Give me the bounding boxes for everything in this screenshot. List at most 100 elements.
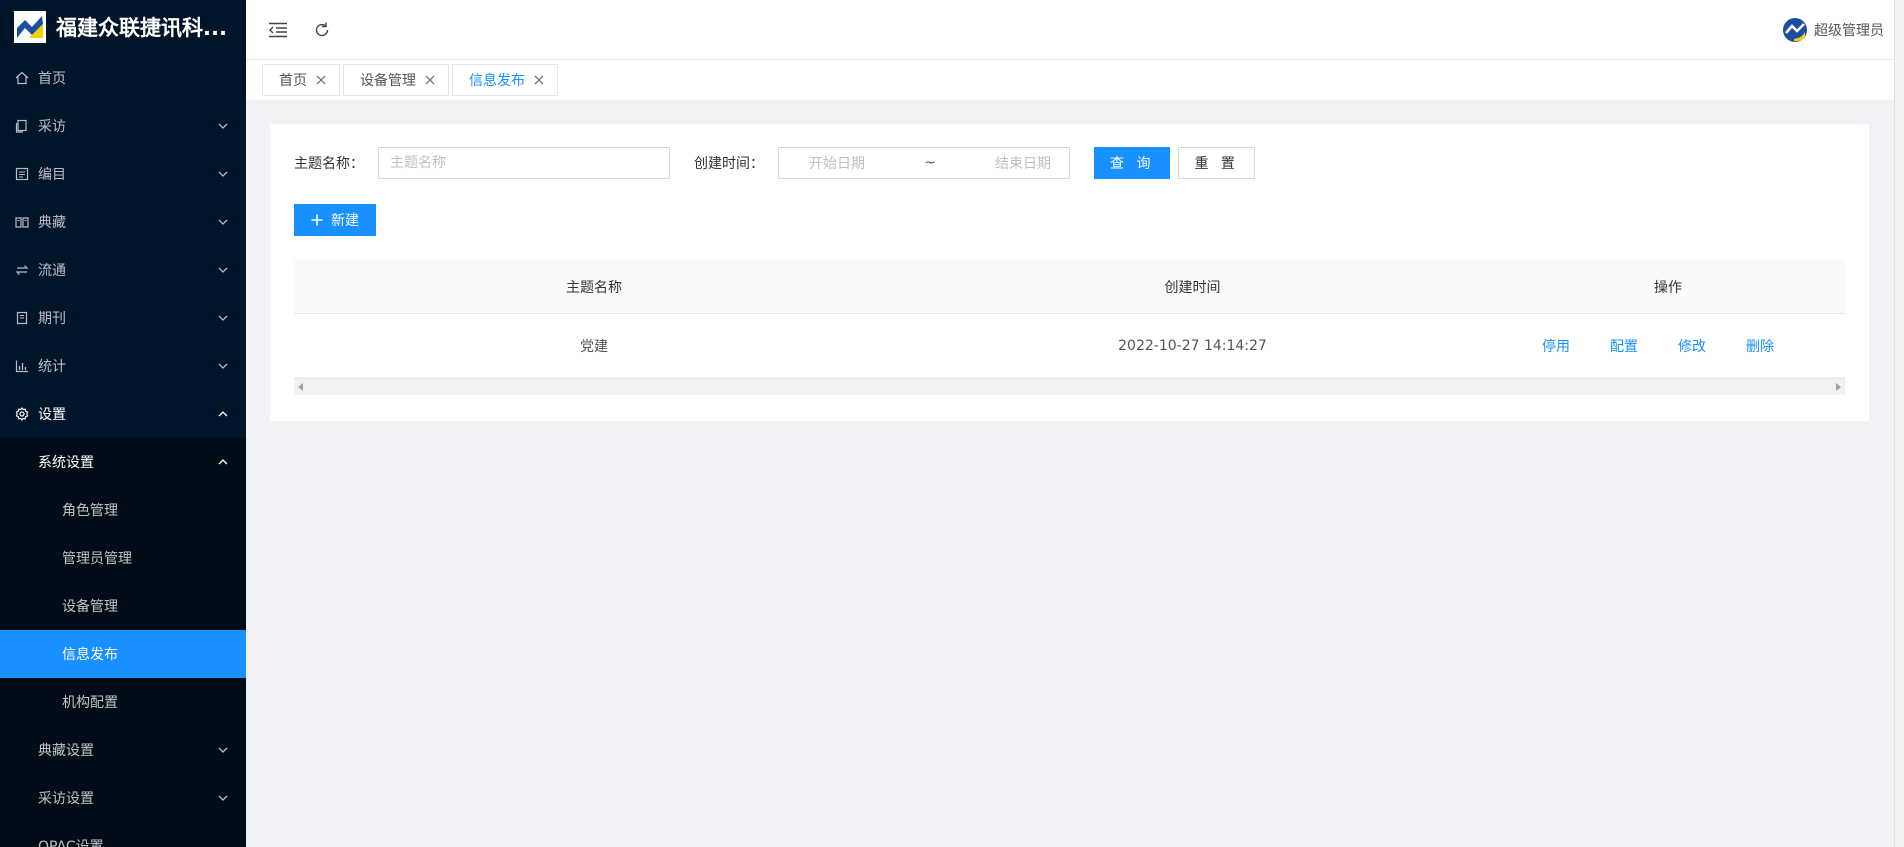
tab-label: 信息发布 [469, 73, 525, 89]
tab-label: 首页 [279, 73, 307, 89]
chevron-down-icon [218, 217, 228, 227]
settings-submenu: 系统设置 角色管理 管理员管理 设备管理 信息发布 机构配置 典藏设置 采访设置… [0, 438, 246, 847]
start-date-input[interactable]: 开始日期 [809, 153, 865, 173]
chevron-up-icon [218, 409, 228, 419]
home-icon [14, 70, 30, 86]
chevron-down-icon [218, 313, 228, 323]
column-header-actions: 操作 [1654, 279, 1682, 296]
logo-icon [14, 11, 46, 43]
refresh-icon[interactable] [310, 18, 334, 42]
logo[interactable]: 福建众联捷讯科... [0, 0, 246, 54]
reset-button[interactable]: 重 置 [1178, 147, 1255, 179]
menu-label: 机构配置 [62, 695, 118, 711]
menu-label: 期刊 [38, 311, 66, 327]
menu-label: 信息发布 [62, 647, 118, 663]
plus-icon [311, 214, 323, 226]
menu-item-collection[interactable]: 典藏 [0, 198, 246, 246]
menu-label: 采访设置 [38, 791, 94, 807]
bar-chart-icon [14, 358, 30, 374]
menu-label: 统计 [38, 359, 66, 375]
table-row: 党建 2022-10-27 14:14:27 停用 配置 修改 删除 [294, 314, 1845, 378]
app-title: 福建众联捷讯科... [56, 16, 227, 40]
menu-item-system-settings[interactable]: 系统设置 [0, 438, 246, 486]
row-actions: 停用 配置 修改 删除 [1491, 336, 1845, 356]
chevron-down-icon [218, 265, 228, 275]
avatar [1782, 17, 1808, 43]
menu-label: 典藏设置 [38, 743, 94, 759]
menu-label: 流通 [38, 263, 66, 279]
system-settings-submenu: 角色管理 管理员管理 设备管理 信息发布 机构配置 [0, 486, 246, 726]
menu-item-statistics[interactable]: 统计 [0, 342, 246, 390]
data-table: 主题名称 创建时间 操作 党建 2022-10-27 14:14:27 停用 配… [294, 260, 1845, 395]
scroll-right-icon[interactable] [1836, 383, 1841, 391]
tab-info-publish[interactable]: 信息发布 [452, 64, 558, 96]
vertical-scrollbar[interactable] [1894, 0, 1904, 847]
date-separator: ~ [924, 155, 936, 171]
menu-label: 系统设置 [38, 455, 94, 471]
close-icon[interactable] [315, 74, 327, 86]
date-range-picker[interactable]: 开始日期 ~ 结束日期 [778, 147, 1070, 179]
close-icon[interactable] [533, 74, 545, 86]
chevron-down-icon [218, 793, 228, 803]
menu-label: 首页 [38, 71, 66, 87]
menu-label: 角色管理 [62, 503, 118, 519]
swap-icon [14, 262, 30, 278]
chevron-down-icon [218, 361, 228, 371]
top-header: 超级管理员 [246, 0, 1904, 60]
chevron-down-icon [218, 745, 228, 755]
horizontal-scrollbar[interactable] [294, 378, 1845, 395]
menu-label: 编目 [38, 167, 66, 183]
menu-item-admin-management[interactable]: 管理员管理 [0, 534, 246, 582]
delete-link[interactable]: 删除 [1746, 336, 1774, 356]
menu-item-device-management[interactable]: 设备管理 [0, 582, 246, 630]
menu-item-info-publish[interactable]: 信息发布 [0, 630, 246, 678]
menu-item-institution-config[interactable]: 机构配置 [0, 678, 246, 726]
created-time-label: 创建时间： [694, 156, 764, 172]
file-copy-icon [14, 118, 30, 134]
end-date-input[interactable]: 结束日期 [995, 153, 1051, 173]
gear-icon [14, 406, 30, 422]
menu-item-acquisition[interactable]: 采访 [0, 102, 246, 150]
menu-item-role-management[interactable]: 角色管理 [0, 486, 246, 534]
menu-item-catalog[interactable]: 编目 [0, 150, 246, 198]
menu-label: 设备管理 [62, 599, 118, 615]
user-menu[interactable]: 超级管理员 [1782, 17, 1884, 43]
topic-label: 主题名称： [294, 156, 364, 172]
tab-label: 设备管理 [360, 73, 416, 89]
user-name: 超级管理员 [1814, 22, 1884, 39]
tab-device-management[interactable]: 设备管理 [343, 64, 449, 96]
column-header-created: 创建时间 [1164, 279, 1221, 296]
chevron-down-icon [218, 121, 228, 131]
menu-item-circulation[interactable]: 流通 [0, 246, 246, 294]
close-icon[interactable] [424, 74, 436, 86]
menu-fold-icon[interactable] [266, 18, 290, 42]
cell-created: 2022-10-27 14:14:27 [1118, 337, 1267, 354]
book-icon [14, 214, 30, 230]
search-form: 主题名称： 创建时间： 开始日期 ~ 结束日期 查 询 重 置 [294, 147, 1255, 179]
sidebar: 福建众联捷讯科... 首页 采访 编目 典藏 流通 期刊 统计 设置 系统设置 … [0, 0, 246, 847]
menu-label: 典藏 [38, 215, 66, 231]
main-menu: 首页 采访 编目 典藏 流通 期刊 统计 设置 [0, 54, 246, 438]
chevron-down-icon [218, 169, 228, 179]
table-header: 主题名称 创建时间 操作 [294, 260, 1845, 314]
new-button-label: 新建 [331, 213, 359, 229]
menu-item-collection-settings[interactable]: 典藏设置 [0, 726, 246, 774]
scroll-left-icon[interactable] [298, 383, 303, 391]
column-header-topic: 主题名称 [566, 279, 622, 296]
menu-item-journal[interactable]: 期刊 [0, 294, 246, 342]
new-button[interactable]: 新建 [294, 204, 376, 236]
menu-item-settings[interactable]: 设置 [0, 390, 246, 438]
catalog-icon [14, 166, 30, 182]
menu-item-home[interactable]: 首页 [0, 54, 246, 102]
tab-home[interactable]: 首页 [262, 64, 340, 96]
configure-link[interactable]: 配置 [1610, 336, 1638, 356]
tabs-bar: 首页 设备管理 信息发布 [246, 60, 1894, 100]
edit-link[interactable]: 修改 [1678, 336, 1706, 356]
menu-label: 管理员管理 [62, 551, 132, 567]
disable-link[interactable]: 停用 [1542, 336, 1570, 356]
menu-item-acquisition-settings[interactable]: 采访设置 [0, 774, 246, 822]
query-button[interactable]: 查 询 [1094, 147, 1171, 179]
menu-label: 设置 [38, 407, 66, 423]
topic-search-input[interactable] [378, 147, 670, 179]
menu-item-opac-settings[interactable]: OPAC设置 [0, 822, 246, 847]
